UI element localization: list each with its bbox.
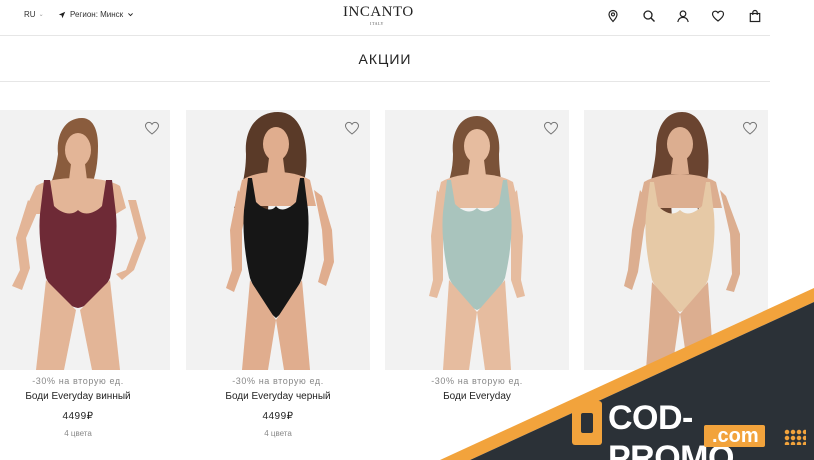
promo-label: -30% на вторую ед. <box>232 376 324 386</box>
model-illustration <box>429 116 525 370</box>
navigation-arrow-icon <box>58 11 66 19</box>
chevron-down-icon <box>127 11 134 18</box>
favorite-heart-icon[interactable] <box>144 120 160 136</box>
search-icon[interactable] <box>642 9 656 23</box>
location-icon[interactable] <box>606 9 620 23</box>
user-icon[interactable] <box>676 9 690 23</box>
dot-pattern-icon <box>784 429 806 445</box>
product-card[interactable]: -30% на вторую ед. Боди Everyday черный … <box>186 110 370 450</box>
product-price: 4499₽ <box>262 411 294 422</box>
bag-icon[interactable] <box>748 9 762 23</box>
page-title: АКЦИИ <box>358 51 412 67</box>
product-card[interactable]: -30% на вторую ед. Боди Everyday <box>385 110 569 450</box>
product-image[interactable] <box>186 110 370 370</box>
model-illustration <box>226 112 334 370</box>
cod-promo-logo: COD-PROMO .com <box>572 398 808 460</box>
product-name[interactable]: Боди Everyday черный <box>186 391 370 402</box>
model-illustration <box>12 118 146 370</box>
promo-label: -30% на вторую ед. <box>431 376 523 386</box>
page-title-bar: АКЦИИ <box>0 37 770 82</box>
brand-logo[interactable]: INCANTO ITALY <box>343 4 414 27</box>
site-header: RU ⌄ Регион: Минск INCANTO ITALY <box>0 0 770 36</box>
cod-promo-domain: .com <box>704 425 765 447</box>
product-price: 4499₽ <box>62 411 94 422</box>
product-image[interactable] <box>385 110 569 370</box>
product-card[interactable]: -30% на вторую ед. Боди Everyday винный … <box>0 110 170 450</box>
favorite-heart-icon[interactable] <box>543 120 559 136</box>
favorite-heart-icon[interactable] <box>344 120 360 136</box>
color-count: 4 цвета <box>64 429 92 438</box>
chevron-down-icon: ⌄ <box>38 12 44 18</box>
language-label: RU <box>24 10 36 19</box>
model-illustration <box>624 112 740 370</box>
product-image[interactable] <box>584 110 768 370</box>
product-name[interactable]: Боди Everyday <box>385 391 569 402</box>
promo-label: -30% на вторую ед. <box>32 376 124 386</box>
color-count: 4 цвета <box>264 429 292 438</box>
coupon-tag-icon <box>572 401 602 445</box>
heart-icon[interactable] <box>711 9 725 23</box>
brand-subtitle: ITALY <box>370 21 384 26</box>
brand-name: INCANTO <box>343 4 414 20</box>
product-image[interactable] <box>0 110 170 370</box>
region-selector[interactable]: Регион: Минск <box>58 10 134 19</box>
product-name[interactable]: Боди Everyday винный <box>0 391 170 402</box>
region-label: Регион: Минск <box>70 10 124 19</box>
language-selector[interactable]: RU ⌄ <box>24 10 44 19</box>
favorite-heart-icon[interactable] <box>742 120 758 136</box>
